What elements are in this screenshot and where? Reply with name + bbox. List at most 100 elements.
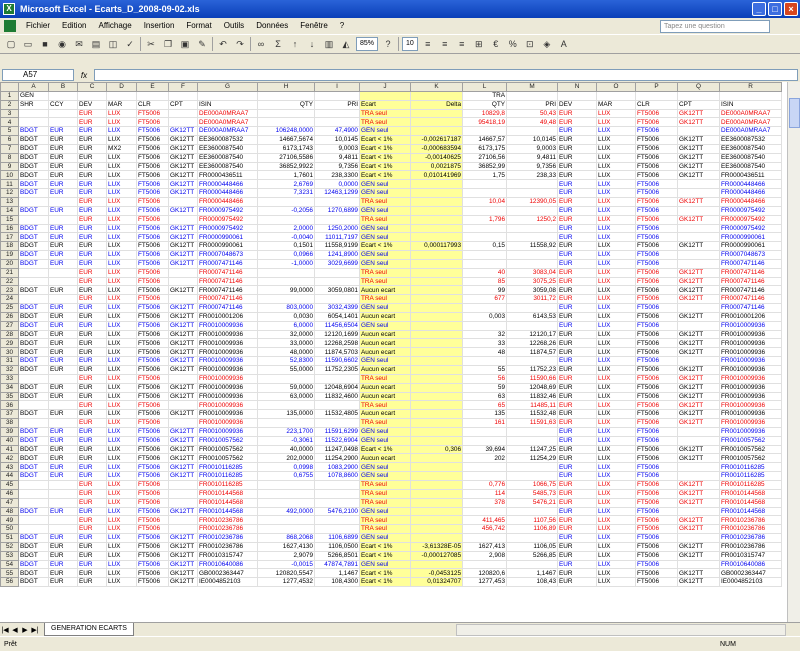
cell-b[interactable]: EUR [48, 311, 78, 322]
cell-c[interactable]: EUR [77, 311, 107, 322]
cell-c[interactable]: EUR [77, 161, 107, 172]
cell-l[interactable]: 120820,6 [462, 568, 507, 579]
cell-e[interactable]: FT5006 [136, 497, 169, 508]
column-header-q[interactable]: Q [677, 82, 720, 92]
row-header[interactable]: 46 [0, 488, 19, 499]
cell-d[interactable]: LUX [106, 541, 137, 552]
vertical-scrollbar[interactable] [787, 82, 800, 622]
cell-k[interactable] [410, 179, 463, 190]
cell-o[interactable]: LUX [596, 303, 636, 313]
cell-q[interactable]: GK12TT [677, 391, 720, 402]
cell-e[interactable]: FT5006 [136, 524, 169, 535]
cell-o[interactable]: LUX [596, 223, 636, 234]
row-header[interactable]: 14 [0, 205, 19, 216]
row-header[interactable]: 53 [0, 550, 19, 561]
cell-g[interactable]: FR0007471146 [197, 294, 258, 305]
cell-o[interactable]: LUX [596, 515, 636, 526]
cell-h[interactable]: 2,6769 [257, 179, 315, 190]
cell-r[interactable]: GB0002363447 [719, 568, 782, 579]
row-header[interactable]: 43 [0, 462, 19, 473]
cell-n[interactable]: EUR [557, 435, 597, 446]
cell-n[interactable]: EUR [557, 382, 597, 393]
cell-n[interactable]: EUR [557, 488, 597, 499]
cell-c[interactable]: EUR [77, 320, 107, 331]
hyperlink-icon[interactable]: ∞ [254, 37, 268, 51]
cell-f[interactable]: GK12TT [168, 347, 198, 358]
cell-i[interactable] [314, 488, 360, 499]
cell-o[interactable]: LUX [596, 117, 636, 128]
cell-a[interactable] [18, 479, 49, 490]
cell-g[interactable]: FR0010009936 [197, 329, 258, 340]
cell-p[interactable]: FT5006 [635, 568, 678, 579]
cell-l[interactable]: 1627,413 [462, 541, 507, 552]
cell-r[interactable]: DE000A0MRAA7 [719, 108, 782, 119]
cell-d[interactable]: LUX [106, 232, 137, 243]
cell-p[interactable]: FT5006 [635, 329, 678, 340]
cell-r[interactable]: FR0010144568 [719, 506, 782, 517]
cell-m[interactable]: 5266,85 [506, 550, 558, 561]
cell-a[interactable]: BDGT [18, 347, 49, 358]
cell-h[interactable]: 55,0000 [257, 365, 315, 375]
cell-d[interactable]: LUX [106, 559, 137, 570]
cell-j[interactable]: GEN seul [359, 426, 411, 437]
cell-l[interactable] [462, 179, 507, 190]
cell-c[interactable]: EUR [77, 488, 107, 499]
cell-e[interactable]: FT5006 [136, 471, 169, 481]
cell-i[interactable]: 12048,6904 [314, 382, 360, 393]
cell-o[interactable]: LUX [596, 577, 636, 588]
cell-i[interactable]: 238,3300 [314, 170, 360, 181]
cell-k[interactable] [410, 232, 463, 243]
cell-a[interactable]: BDGT [18, 152, 49, 163]
cell-l[interactable] [462, 462, 507, 473]
cell-n[interactable]: EUR [557, 497, 597, 508]
cell-e[interactable]: FT5006 [136, 188, 169, 198]
cell-b[interactable] [48, 497, 78, 508]
cell-h[interactable]: 1277,4532 [257, 577, 315, 588]
cell-b[interactable] [48, 524, 78, 535]
cell-m[interactable] [506, 126, 558, 137]
cell-i[interactable]: 47874,7891 [314, 559, 360, 570]
next-sheet-icon[interactable]: ▶ [20, 626, 30, 634]
menu-donnees[interactable]: Données [250, 18, 294, 34]
cell-l[interactable] [462, 356, 507, 366]
format-painter-icon[interactable]: ✎ [195, 37, 209, 51]
cell-c[interactable]: EUR [77, 250, 107, 260]
font-size-select[interactable]: 10 [402, 37, 418, 51]
cell-b[interactable]: EUR [48, 444, 78, 455]
cell-l[interactable]: 14667,57 [462, 135, 507, 145]
cell-i[interactable] [314, 108, 360, 119]
cell-k[interactable]: 0,01324707 [410, 577, 463, 588]
cell-q[interactable] [677, 223, 720, 234]
cell-j[interactable]: Ecart < 1% [359, 161, 411, 172]
cell-i[interactable]: 1,1467 [314, 568, 360, 579]
cell-c[interactable]: EUR [77, 391, 107, 402]
cell-f[interactable]: GK12TT [168, 170, 198, 181]
cell-g[interactable]: EE3600087540 [197, 143, 258, 154]
cell-d[interactable]: LUX [106, 285, 137, 296]
cell-g[interactable]: EE3600087540 [197, 161, 258, 172]
column-header-d[interactable]: D [106, 82, 137, 92]
cell-o[interactable]: LUX [596, 373, 636, 384]
cell-q[interactable] [677, 506, 720, 517]
cell-o[interactable]: LUX [596, 533, 636, 543]
cell-d[interactable]: LUX [106, 524, 137, 535]
cell-j[interactable]: Ecart < 1% [359, 143, 411, 154]
cell-k[interactable] [410, 285, 463, 296]
cell-b[interactable]: EUR [48, 577, 78, 588]
cell-c[interactable]: EUR [77, 241, 107, 252]
cell-k[interactable]: 0,010141969 [410, 170, 463, 181]
cell-j[interactable]: TRA seul [359, 196, 411, 207]
cell-h[interactable]: 7,3231 [257, 188, 315, 198]
cell-p[interactable]: FT5006 [635, 205, 678, 216]
cell-n[interactable]: EUR [557, 303, 597, 313]
cell-j[interactable]: GEN seul [359, 205, 411, 216]
cell-k[interactable] [410, 294, 463, 305]
cell-c[interactable]: EUR [77, 568, 107, 579]
cell-q[interactable]: GK12TT [677, 267, 720, 278]
cell-p[interactable]: FT5006 [635, 135, 678, 145]
cell-d[interactable]: LUX [106, 373, 137, 384]
cell-b[interactable]: EUR [48, 356, 78, 366]
row-header[interactable]: 8 [0, 152, 19, 163]
cell-e[interactable]: FT5006 [136, 347, 169, 358]
minimize-icon[interactable]: _ [752, 2, 766, 16]
